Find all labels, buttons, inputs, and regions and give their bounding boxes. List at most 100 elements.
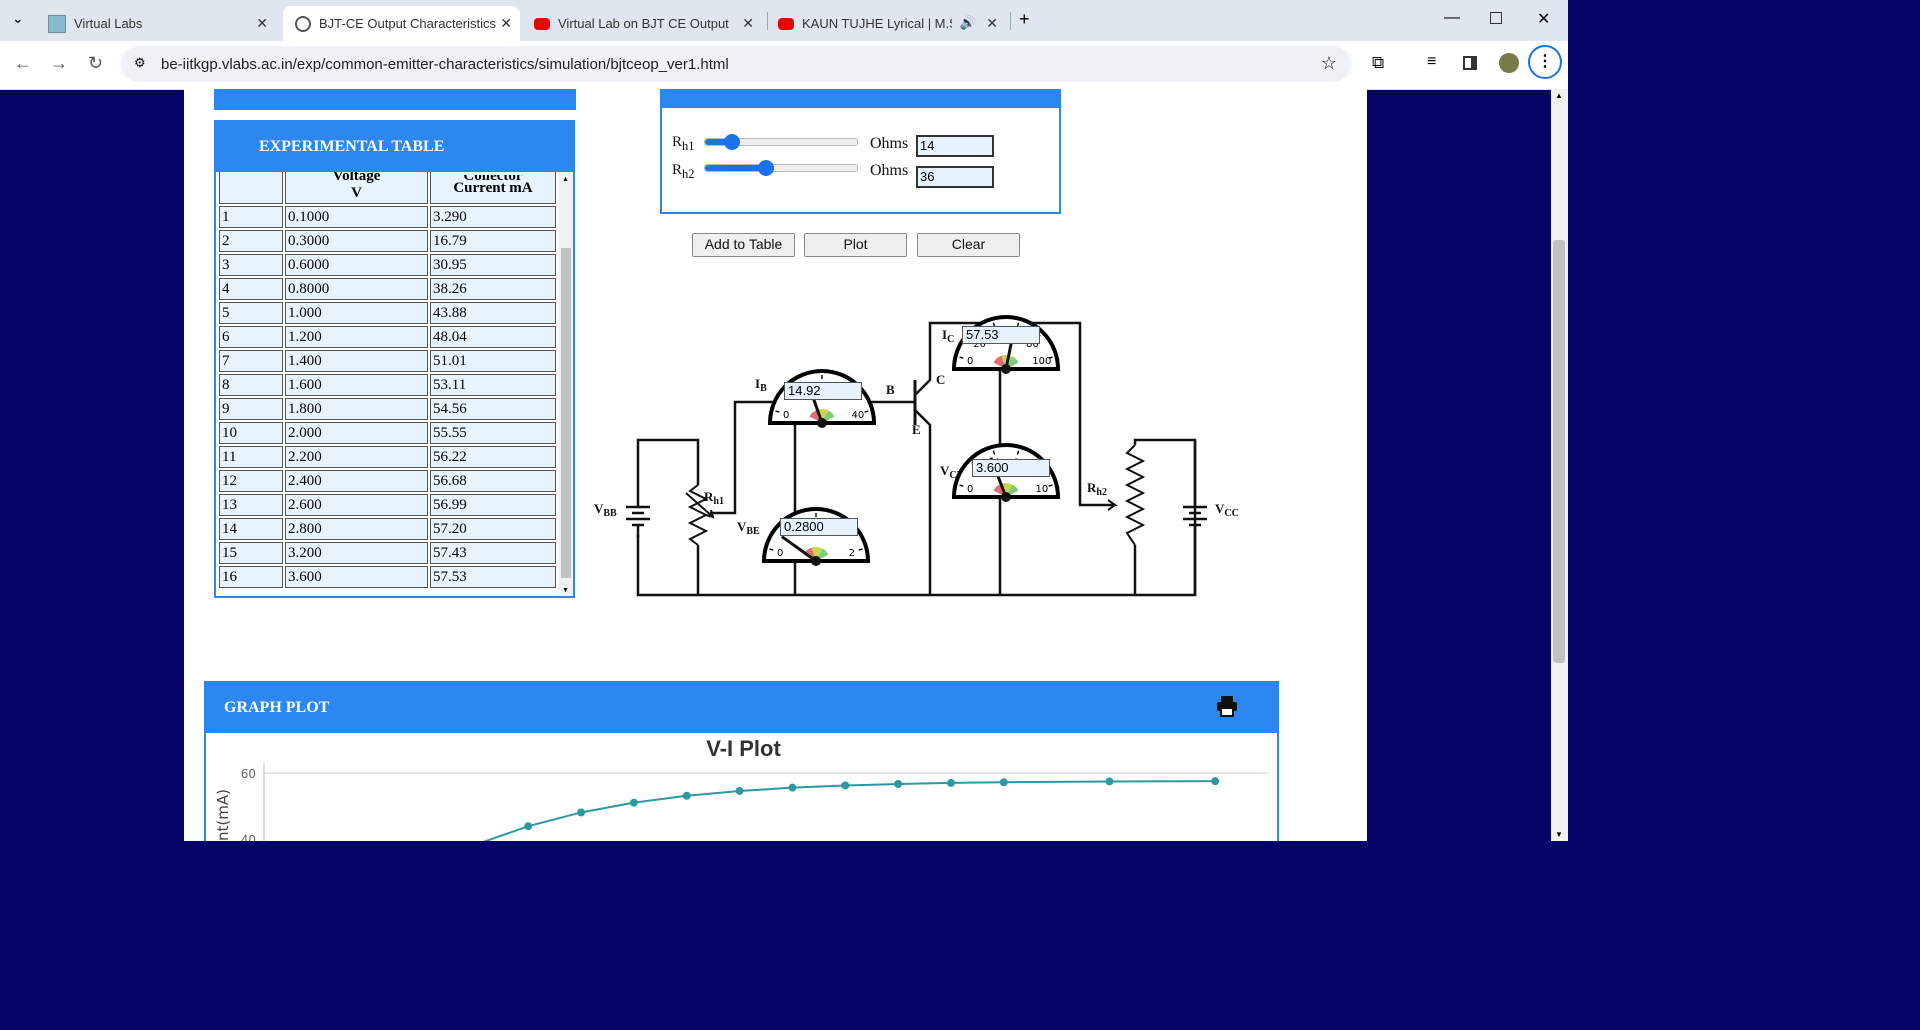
meter-tick: [1048, 356, 1053, 359]
meter-tick: [992, 450, 996, 455]
data-point: [999, 778, 1008, 787]
data-point: [682, 791, 691, 800]
graph-area: V-I Plot 60 40 nt(mA): [204, 733, 1279, 841]
tab-virtual-labs[interactable]: Virtual Labs ✕: [36, 6, 276, 41]
table-row: 15 3.200 57.43: [219, 542, 556, 564]
table-row: 4 0.8000 38.26: [219, 278, 556, 300]
add-to-table-button[interactable]: Add to Table: [692, 233, 795, 257]
address-bar[interactable]: ⚙ be-iitkgp.vlabs.ac.in/exp/common-emitt…: [121, 46, 1351, 82]
collector-label: C: [936, 372, 945, 387]
experimental-table: VoltageV CollectorCurrent mA 10.10003.29…: [217, 172, 558, 590]
voltage-cell: 1.800: [285, 398, 428, 420]
row-index: 16: [219, 566, 283, 588]
experimental-table-header: EXPERIMENTAL TABLE: [214, 120, 575, 172]
series-line: [483, 780, 1216, 841]
meter-tick-label: 0: [777, 548, 783, 559]
side-panel-icon[interactable]: [1463, 56, 1477, 70]
plot-button[interactable]: Plot: [804, 233, 907, 257]
scroll-thumb[interactable]: [1553, 240, 1565, 663]
ic-label: IC: [942, 327, 954, 345]
current-cell: 54.56: [430, 398, 556, 420]
table-row: 1 0.1000 3.290: [219, 206, 556, 228]
scroll-down-icon[interactable]: ▼: [1555, 830, 1563, 839]
avatar[interactable]: [1499, 53, 1519, 73]
data-point: [788, 783, 797, 792]
meter-pivot: [1001, 364, 1011, 374]
close-tab-icon[interactable]: ✕: [986, 15, 998, 32]
data-point: [1105, 777, 1114, 786]
table-scrollbar[interactable]: ▲ ▼: [559, 172, 573, 596]
rh2-slider-knob[interactable]: [757, 160, 774, 176]
current-cell: 38.26: [430, 278, 556, 300]
current-cell: 56.68: [430, 470, 556, 492]
scroll-up-icon[interactable]: ▲: [1555, 91, 1563, 100]
tab-youtube-song[interactable]: KAUN TUJHE Lyrical | M.S. D 🔊 ✕: [766, 6, 1006, 41]
vbe-value: 0.2800: [780, 518, 858, 536]
data-point: [735, 786, 744, 795]
close-tab-icon[interactable]: ✕: [256, 15, 268, 32]
table-row: 7 1.400 51.01: [219, 350, 556, 372]
close-tab-icon[interactable]: ✕: [742, 15, 754, 32]
row-index: 2: [219, 230, 283, 252]
rh2-resistor: [1124, 444, 1146, 546]
row-index: 4: [219, 278, 283, 300]
current-cell: 3.290: [430, 206, 556, 228]
row-index: 9: [219, 398, 283, 420]
row-index: 7: [219, 350, 283, 372]
back-icon[interactable]: ←: [14, 53, 32, 74]
row-index: 11: [219, 446, 283, 468]
menu-icon[interactable]: ⋮: [1528, 45, 1562, 79]
restore-icon[interactable]: [1490, 12, 1502, 24]
rh1-input[interactable]: 14: [916, 135, 994, 157]
voltage-cell: 2.200: [285, 446, 428, 468]
printer-icon[interactable]: [1216, 695, 1237, 717]
new-tab-icon[interactable]: +: [1019, 9, 1030, 30]
scroll-down-icon[interactable]: ▼: [562, 587, 569, 594]
bookmark-star-icon[interactable]: ☆: [1321, 53, 1337, 74]
instructions-header-cropped: [214, 89, 576, 110]
meter-tick: [1016, 450, 1020, 455]
close-tab-icon[interactable]: ✕: [500, 15, 512, 32]
close-window-icon[interactable]: ✕: [1537, 9, 1550, 29]
tab-youtube-vlab[interactable]: Virtual Lab on BJT CE Output Cl ✕: [522, 6, 762, 41]
meter-tick-label: 40: [851, 410, 864, 421]
rh2-input[interactable]: 36: [916, 166, 994, 188]
meter-pivot: [811, 556, 821, 566]
data-point: [577, 808, 586, 817]
scroll-up-icon[interactable]: ▲: [562, 176, 569, 183]
rh1-slider[interactable]: [704, 134, 858, 150]
reading-list-icon[interactable]: ≡: [1427, 53, 1436, 71]
ib-label: IB: [755, 376, 767, 394]
row-index: 6: [219, 326, 283, 348]
experimental-table-panel: VoltageV CollectorCurrent mA 10.10003.29…: [214, 170, 575, 598]
rh2-slider[interactable]: [704, 160, 858, 176]
row-index: 15: [219, 542, 283, 564]
clear-button[interactable]: Clear: [917, 233, 1020, 257]
meter-pivot: [1001, 492, 1011, 502]
row-index: 12: [219, 470, 283, 492]
audio-playing-icon[interactable]: 🔊: [960, 15, 976, 31]
circuit-diagram: VBB VCC Rh1 Rh2 VBE IB IC VCE B C E 0102…: [594, 315, 1239, 597]
voltage-cell: 2.600: [285, 494, 428, 516]
row-index: 10: [219, 422, 283, 444]
current-cell: 53.11: [430, 374, 556, 396]
reload-icon[interactable]: ↻: [88, 53, 103, 74]
current-cell: 56.22: [430, 446, 556, 468]
table-row: 10 2.000 55.55: [219, 422, 556, 444]
rh1-slider-knob[interactable]: [724, 134, 741, 150]
current-cell: 43.88: [430, 302, 556, 324]
table-row: 13 2.600 56.99: [219, 494, 556, 516]
minimize-icon[interactable]: —: [1444, 9, 1460, 27]
tab-search-icon[interactable]: ⌄: [12, 10, 24, 27]
extensions-icon[interactable]: ⧉: [1372, 53, 1384, 73]
meter-tick-label: 10: [1035, 484, 1048, 495]
tab-bjt-ce[interactable]: BJT-CE Output Characteristics ✕: [283, 6, 520, 41]
data-point: [894, 779, 903, 788]
site-info-icon[interactable]: ⚙: [134, 55, 146, 71]
table-scroll-thumb[interactable]: [561, 248, 571, 578]
tab-strip: ⌄ Virtual Labs ✕ BJT-CE Output Character…: [0, 0, 1568, 41]
forward-icon[interactable]: →: [50, 53, 68, 74]
voltage-cell: 1.200: [285, 326, 428, 348]
experimental-table-title: EXPERIMENTAL TABLE: [259, 138, 445, 155]
youtube-icon: [534, 17, 550, 30]
